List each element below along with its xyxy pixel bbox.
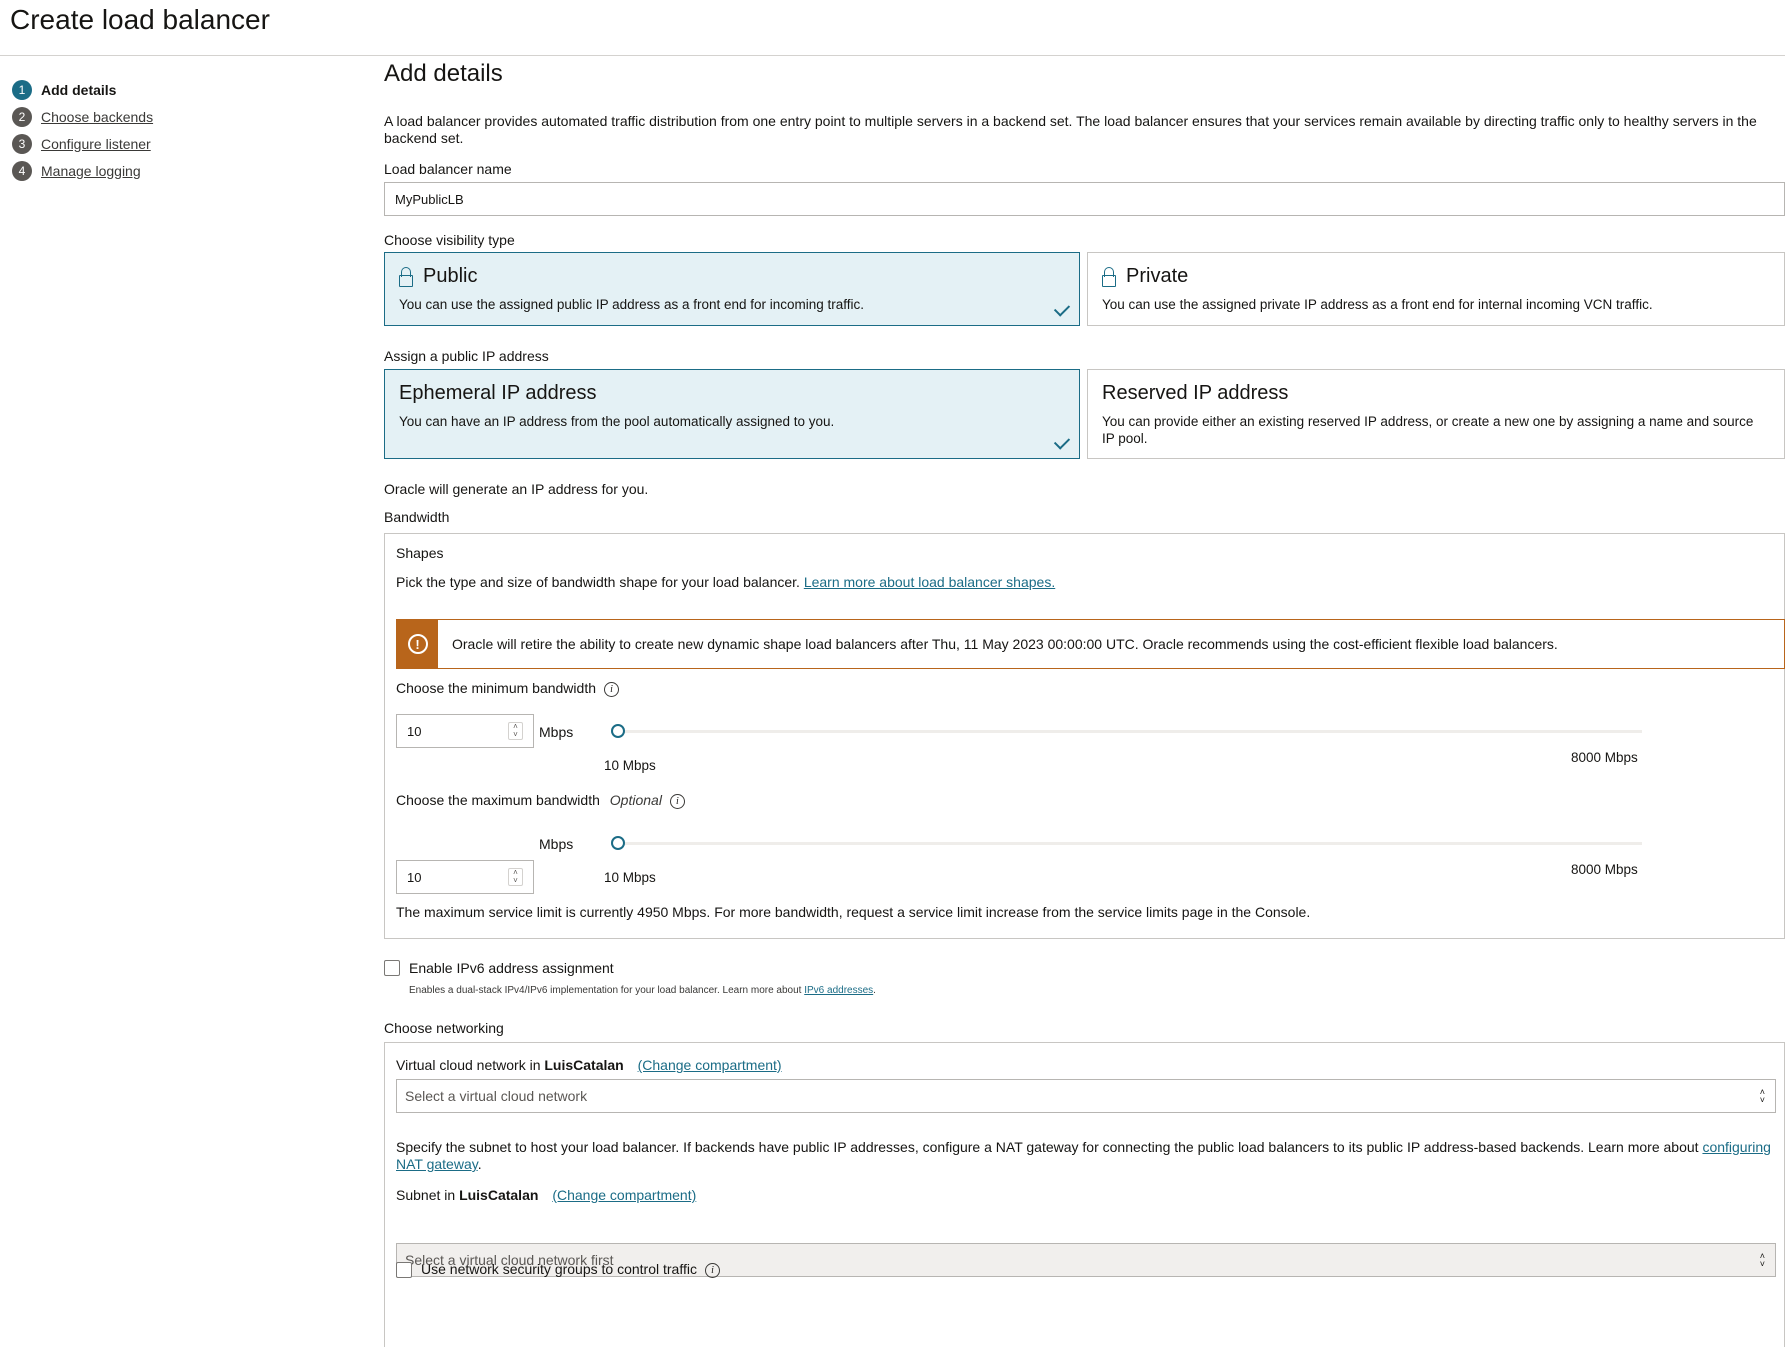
load-balancer-name-input[interactable]: MyPublicLB — [384, 182, 1785, 216]
vcn-change-compartment-link[interactable]: (Change compartment) — [638, 1057, 782, 1073]
shapes-title: Shapes — [396, 545, 444, 561]
card-title: Private — [1126, 265, 1189, 287]
retirement-warning: ! Oracle will retire the ability to crea… — [396, 619, 1785, 669]
spinner-icon[interactable]: ˄ ˅ — [508, 868, 523, 886]
step-number: 3 — [12, 133, 32, 154]
nsg-label: Use network security groups to control t… — [421, 1261, 720, 1278]
page-title: Create load balancer — [10, 4, 270, 35]
card-description: You can provide either an existing reser… — [1102, 414, 1754, 446]
vcn-compartment: LuisCatalan — [544, 1057, 624, 1073]
step-label[interactable]: Choose backends — [41, 109, 153, 125]
nsg-label-text[interactable]: Use network security groups to control t… — [421, 1261, 697, 1277]
warning-icon-bg: ! — [397, 620, 438, 668]
vcn-select-placeholder: Select a virtual cloud network — [405, 1088, 588, 1104]
info-icon[interactable]: i — [604, 681, 619, 697]
min-bandwidth-slider-track[interactable] — [611, 730, 1642, 733]
select-chevron-icon: ˄ ˅ — [1759, 1087, 1765, 1105]
min-range-start: 10 Mbps — [604, 758, 656, 773]
optional-tag: Optional — [609, 792, 662, 808]
section-description: A load balancer provides automated traff… — [384, 113, 1757, 146]
card-description: You can use the assigned private IP addr… — [1102, 297, 1653, 312]
card-title: Public — [423, 265, 478, 287]
page-header: Create load balancer — [0, 0, 1785, 56]
networking-label: Choose networking — [384, 1020, 504, 1036]
nsg-checkbox[interactable] — [396, 1262, 412, 1278]
ipv6-help: Enables a dual-stack IPv4/IPv6 implement… — [409, 985, 876, 996]
step-manage-logging[interactable]: 4 Manage logging — [12, 157, 153, 184]
section-heading: Add details — [384, 60, 503, 87]
subnet-description-text: Specify the subnet to host your load bal… — [396, 1139, 1699, 1155]
min-bandwidth-slider-handle[interactable] — [611, 724, 625, 738]
step-add-details[interactable]: 1 Add details — [12, 76, 153, 103]
subnet-description-suffix: . — [477, 1156, 482, 1172]
shapes-description: Pick the type and size of bandwidth shap… — [396, 574, 1055, 590]
spinner-icon[interactable]: ˄ ˅ — [508, 722, 523, 740]
visibility-private-card[interactable]: Private You can use the assigned private… — [1087, 252, 1785, 326]
card-description: You can have an IP address from the pool… — [399, 414, 835, 429]
visibility-public-card[interactable]: Public You can use the assigned public I… — [384, 252, 1080, 326]
warning-icon: ! — [407, 634, 428, 654]
max-bandwidth-slider-track[interactable] — [611, 842, 1642, 845]
step-number: 4 — [12, 160, 32, 181]
min-bandwidth-label: Choose the minimum bandwidth i — [396, 680, 619, 697]
max-range-end: 8000 Mbps — [1571, 862, 1638, 877]
card-title: Ephemeral IP address — [399, 382, 597, 404]
subnet-change-compartment-link[interactable]: (Change compartment) — [552, 1187, 696, 1203]
vcn-select[interactable]: Select a virtual cloud network ˄ ˅ — [396, 1079, 1776, 1113]
networking-panel: Virtual cloud network in LuisCatalan (Ch… — [384, 1042, 1785, 1347]
ip-label: Assign a public IP address — [384, 348, 549, 364]
max-bandwidth-stepper[interactable]: 10 ˄ ˅ — [396, 860, 534, 894]
step-configure-listener[interactable]: 3 Configure listener — [12, 130, 153, 157]
warning-text: Oracle will retire the ability to create… — [452, 636, 1558, 652]
ip-ephemeral-card[interactable]: Ephemeral IP address You can have an IP … — [384, 369, 1080, 459]
max-bandwidth-label: Choose the maximum bandwidth Optional i — [396, 792, 685, 809]
checkmark-icon — [1053, 433, 1071, 450]
info-icon[interactable]: i — [669, 793, 685, 809]
select-chevron-icon: ˄ ˅ — [1759, 1251, 1765, 1269]
min-range-end: 8000 Mbps — [1571, 750, 1638, 765]
step-label[interactable]: Manage logging — [41, 163, 141, 179]
step-label: Add details — [41, 81, 117, 98]
card-title: Reserved IP address — [1102, 382, 1289, 404]
name-label: Load balancer name — [384, 161, 512, 177]
ip-note: Oracle will generate an IP address for y… — [384, 481, 649, 497]
subnet-description: Specify the subnet to host your load bal… — [396, 1139, 1776, 1173]
ipv6-help-text: Enables a dual-stack IPv4/IPv6 implement… — [409, 985, 802, 996]
info-icon[interactable]: i — [704, 1262, 720, 1278]
max-bandwidth-label-text: Choose the maximum bandwidth — [396, 792, 600, 808]
vcn-label: Virtual cloud network in LuisCatalan (Ch… — [396, 1057, 782, 1073]
step-number: 2 — [12, 106, 32, 127]
wizard-steps: 1 Add details 2 Choose backends 3 Config… — [12, 76, 153, 184]
bandwidth-panel: Shapes Pick the type and size of bandwid… — [384, 533, 1785, 939]
subnet-compartment: LuisCatalan — [459, 1187, 539, 1203]
step-number: 1 — [12, 79, 32, 100]
ipv6-label[interactable]: Enable IPv6 address assignment — [409, 960, 614, 976]
bandwidth-label: Bandwidth — [384, 509, 450, 525]
max-range-start: 10 Mbps — [604, 870, 656, 885]
shapes-description-text: Pick the type and size of bandwidth shap… — [396, 574, 800, 590]
min-bandwidth-stepper[interactable]: 10 ˄ ˅ — [396, 714, 534, 748]
ip-reserved-card[interactable]: Reserved IP address You can provide eith… — [1087, 369, 1785, 459]
min-bandwidth-label-text: Choose the minimum bandwidth — [396, 680, 596, 696]
max-unit: Mbps — [539, 836, 574, 852]
card-description: You can use the assigned public IP addre… — [399, 297, 865, 312]
service-limit-note: The maximum service limit is currently 4… — [396, 904, 1311, 920]
ipv6-learn-more-link[interactable]: IPv6 addresses — [804, 985, 873, 996]
shapes-learn-more-link[interactable]: Learn more about load balancer shapes. — [804, 574, 1055, 590]
lock-icon — [1102, 266, 1116, 287]
max-bandwidth-value: 10 — [407, 869, 422, 885]
ipv6-help-suffix: . — [873, 985, 876, 996]
subnet-label-text: Subnet in — [396, 1187, 456, 1203]
step-label[interactable]: Configure listener — [41, 136, 151, 152]
step-choose-backends[interactable]: 2 Choose backends — [12, 103, 153, 130]
min-bandwidth-value: 10 — [407, 723, 422, 739]
ipv6-checkbox[interactable] — [384, 960, 400, 976]
unlock-icon — [399, 266, 413, 287]
vcn-label-text: Virtual cloud network in — [396, 1057, 541, 1073]
subnet-label: Subnet in LuisCatalan (Change compartmen… — [396, 1187, 696, 1203]
visibility-label: Choose visibility type — [384, 232, 515, 248]
max-bandwidth-slider-handle[interactable] — [611, 836, 625, 850]
min-unit: Mbps — [539, 724, 574, 740]
